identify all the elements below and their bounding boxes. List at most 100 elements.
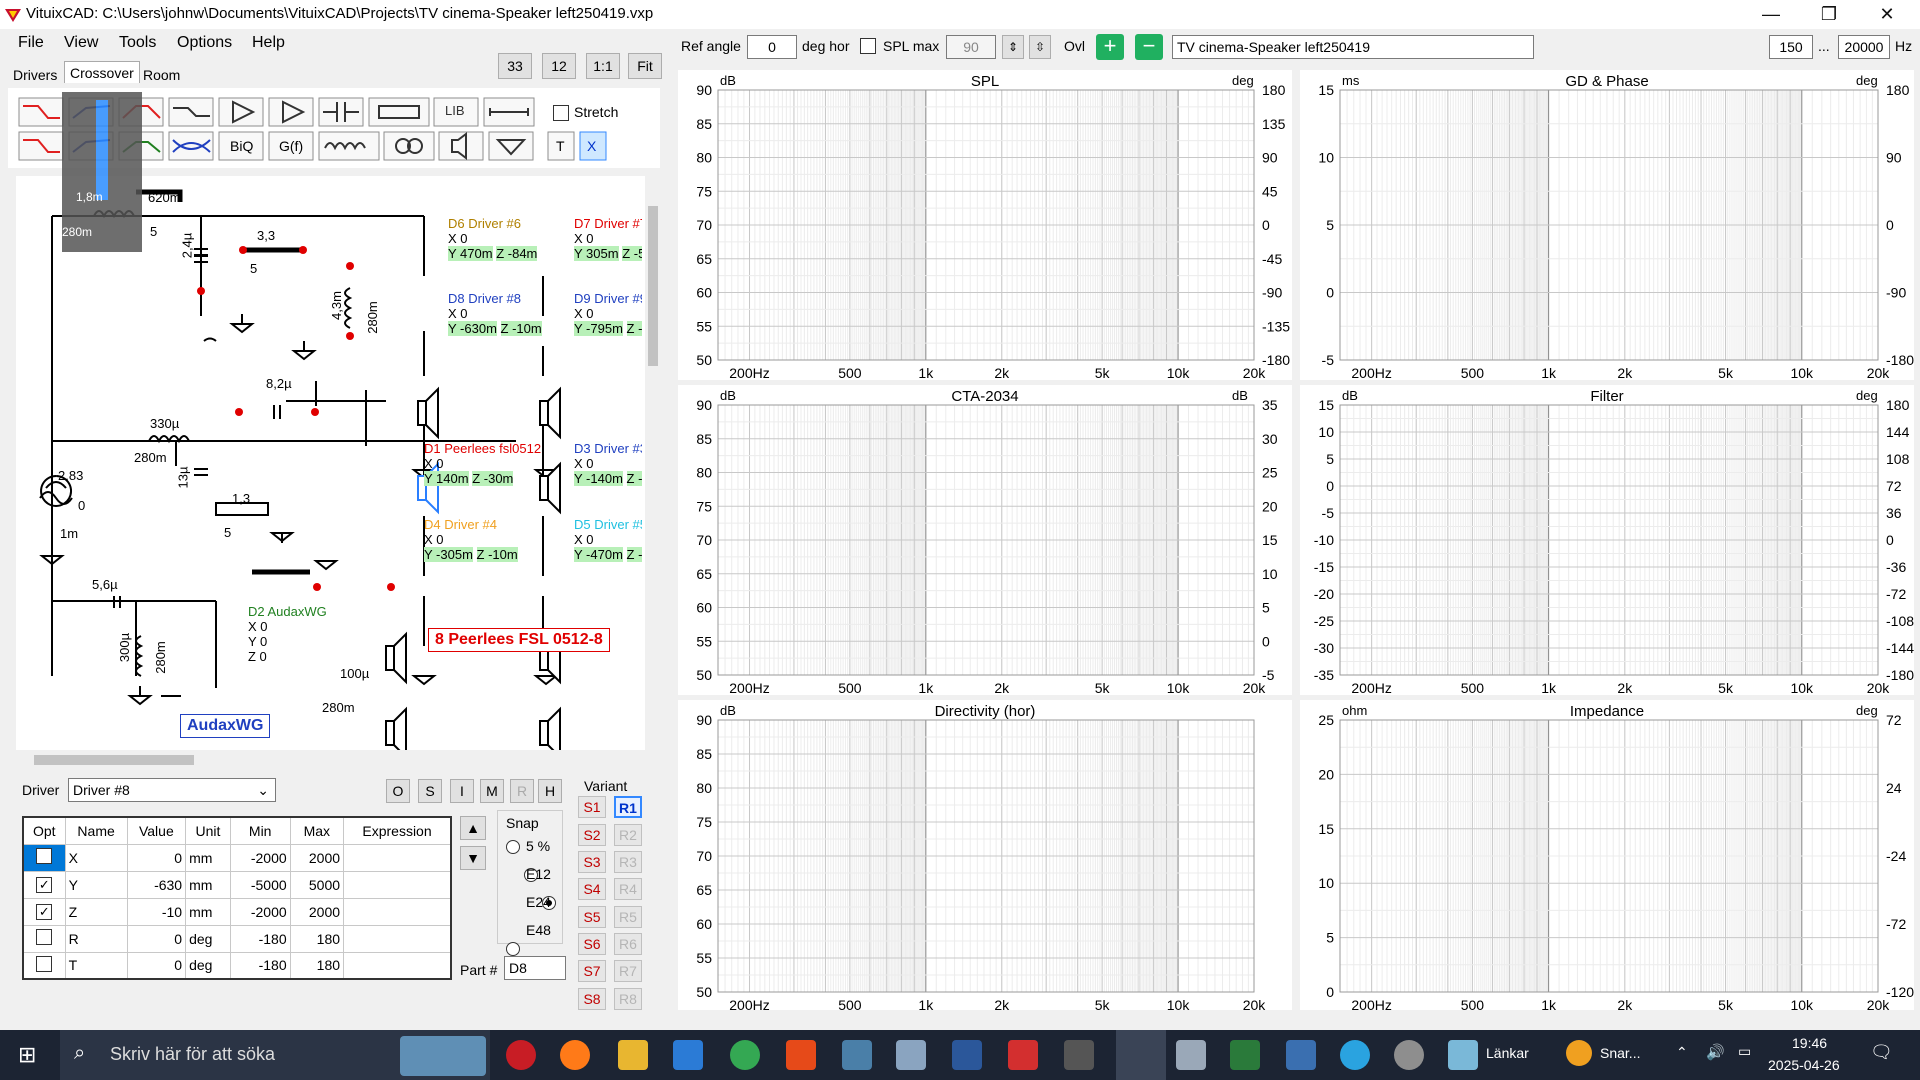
y2-tick-label: -180 — [1886, 352, 1914, 368]
search-highlight-image — [400, 1036, 486, 1076]
y2-tick-label: 10 — [1262, 566, 1278, 582]
y-tick-label: 60 — [696, 916, 712, 932]
y-tick-label: 75 — [696, 183, 712, 199]
y2-unit-label: deg — [1856, 703, 1878, 718]
mail-icon[interactable] — [673, 1040, 703, 1070]
y-tick-label: 70 — [696, 217, 712, 233]
y-tick-label: 85 — [696, 116, 712, 132]
x-tick-label: 500 — [1461, 365, 1485, 381]
acrobat-icon[interactable] — [1008, 1040, 1038, 1070]
telegram-icon[interactable] — [1340, 1040, 1370, 1070]
chart-dir[interactable]: 90 85 80 75 70 65 60 55 50 200Hz 500 1k 2k 5k 10k 20k Di… — [678, 700, 1292, 1013]
x-tick-label: 1k — [918, 365, 934, 381]
chrome-icon[interactable] — [730, 1040, 760, 1070]
taskbar-search[interactable]: ⌕ Skriv här för att söka — [60, 1030, 490, 1080]
y-unit-label: dB — [720, 703, 736, 718]
y-tick-label: 5 — [1326, 451, 1334, 467]
y2-tick-label: 0 — [1886, 532, 1894, 548]
x-tick-label: 200Hz — [1351, 997, 1391, 1013]
y-tick-label: -10 — [1314, 532, 1334, 548]
y-tick-label: -5 — [1322, 352, 1335, 368]
y2-tick-label: 45 — [1262, 183, 1278, 199]
x-tick-label: 5k — [1095, 680, 1111, 696]
y-tick-label: 85 — [696, 746, 712, 762]
y2-unit-label: dB — [1232, 388, 1248, 403]
y2-tick-label: -120 — [1886, 984, 1914, 1000]
y-tick-label: 50 — [696, 352, 712, 368]
tray-chevron-icon[interactable]: ⌃ — [1676, 1044, 1688, 1061]
x-tick-label: 10k — [1790, 365, 1814, 381]
y2-tick-label: -45 — [1262, 251, 1282, 267]
photos-icon[interactable] — [1286, 1040, 1316, 1070]
y2-tick-label: -90 — [1886, 285, 1906, 301]
y-tick-label: 85 — [696, 431, 712, 447]
x-tick-label: 1k — [918, 997, 934, 1013]
speedometer-icon[interactable] — [1064, 1040, 1094, 1070]
chart-title: Directivity (hor) — [935, 703, 1036, 720]
windows-start-icon[interactable]: ⊞ — [18, 1042, 36, 1068]
x-tick-label: 20k — [1867, 680, 1891, 696]
y-tick-label: 90 — [696, 712, 712, 728]
x-tick-label: 5k — [1718, 680, 1734, 696]
opera-icon[interactable] — [506, 1040, 536, 1070]
x-tick-label: 500 — [838, 680, 862, 696]
x-tick-label: 200Hz — [729, 680, 769, 696]
y-tick-label: 5 — [1326, 930, 1334, 946]
y2-tick-label: 0 — [1886, 217, 1894, 233]
y-tick-label: 25 — [1318, 712, 1334, 728]
search-icon: ⌕ — [74, 1042, 86, 1064]
clock-date[interactable]: 2025-04-26 — [1768, 1057, 1840, 1073]
y-tick-label: 55 — [696, 950, 712, 966]
chart-title: SPL — [971, 73, 999, 90]
chart-spl[interactable]: 90 85 80 75 70 65 60 55 50 180 135 90 45 0 -45 -90 -135 -… — [678, 70, 1292, 381]
settings-wheel-icon[interactable] — [1394, 1040, 1424, 1070]
x-tick-label: 2k — [1617, 997, 1633, 1013]
y2-tick-label: 108 — [1886, 451, 1910, 467]
app-window-icon[interactable] — [1176, 1040, 1206, 1070]
rew-icon[interactable] — [1230, 1040, 1260, 1070]
x-tick-label: 200Hz — [1351, 365, 1391, 381]
notification-icon[interactable]: 🗨 — [1870, 1042, 1893, 1063]
y2-tick-label: 90 — [1886, 150, 1902, 166]
x-tick-label: 20k — [1243, 997, 1267, 1013]
taskbar-links-label[interactable]: Länkar — [1486, 1045, 1529, 1061]
clock-time[interactable]: 19:46 — [1792, 1035, 1827, 1051]
word-icon[interactable] — [952, 1040, 982, 1070]
chart-cta[interactable]: 90858075706560555035302520151050-5200Hz 5… — [678, 385, 1292, 696]
file-explorer-icon[interactable] — [618, 1040, 648, 1070]
y2-tick-label: -144 — [1886, 640, 1914, 656]
x-tick-label: 500 — [1461, 680, 1485, 696]
y-tick-label: -30 — [1314, 640, 1334, 656]
y-tick-label: -5 — [1322, 505, 1335, 521]
y-tick-label: 50 — [696, 667, 712, 683]
office-icon[interactable] — [786, 1040, 816, 1070]
x-tick-label: 20k — [1243, 680, 1267, 696]
notes-icon[interactable] — [1448, 1040, 1478, 1070]
y-tick-label: 80 — [696, 780, 712, 796]
x-tick-label: 500 — [1461, 997, 1485, 1013]
battery-icon[interactable]: ▭ — [1738, 1043, 1751, 1060]
y-tick-label: 90 — [696, 397, 712, 413]
y2-unit-label: deg — [1856, 388, 1878, 403]
x-tick-label: 200Hz — [1351, 680, 1391, 696]
chart-title: Impedance — [1570, 703, 1644, 720]
x-tick-label: 5k — [1718, 997, 1734, 1013]
vituixcad-taskbar-icon[interactable] — [1116, 1030, 1166, 1080]
calculator-icon[interactable] — [896, 1040, 926, 1070]
firefox-icon[interactable] — [560, 1040, 590, 1070]
y2-tick-label: 180 — [1262, 82, 1286, 98]
remote-desktop-icon[interactable] — [842, 1040, 872, 1070]
volume-icon[interactable]: 🔊 — [1706, 1043, 1725, 1061]
y2-tick-label: 25 — [1262, 465, 1278, 481]
chart-imp[interactable]: 25 20 15 10 5 0 72 24 -24 -72 -120 200Hz 500 1k 2k 5k 10… — [1300, 700, 1914, 1013]
taskbar-snar-label[interactable]: Snar... — [1600, 1045, 1640, 1061]
chart-gd[interactable]: 15 10 5 0 -5 180 90 0 -90 -180 200Hz 500 1k 2k 5k 10k 20… — [1300, 70, 1914, 381]
y2-tick-label: -180 — [1886, 667, 1914, 683]
x-tick-label: 200Hz — [729, 365, 769, 381]
weather-icon[interactable] — [1566, 1040, 1592, 1066]
x-tick-label: 5k — [1718, 365, 1734, 381]
chart-filter[interactable]: 15 10 5 0 -5 -10 -15 -20 -25 -30 -35 180 144 108 72 36 0… — [1300, 385, 1914, 696]
y-tick-label: -25 — [1314, 613, 1334, 629]
x-tick-label: 2k — [994, 680, 1010, 696]
y2-tick-label: -24 — [1886, 848, 1906, 864]
